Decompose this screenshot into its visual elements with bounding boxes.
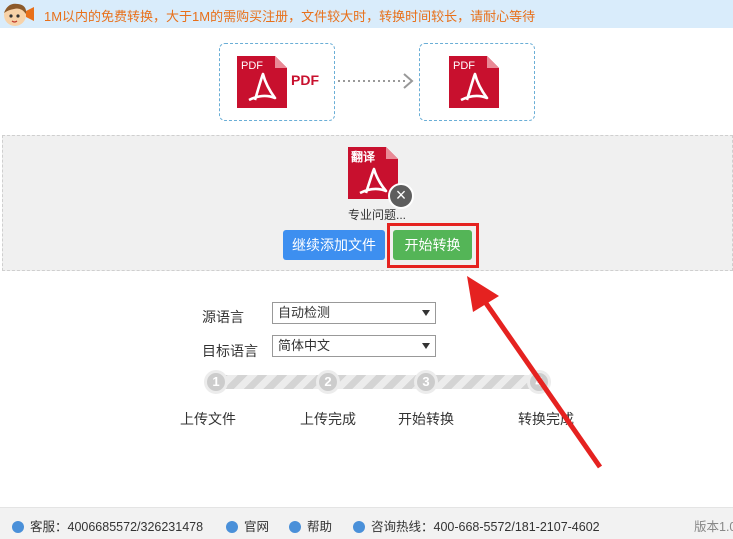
step-1-label: 上传文件 bbox=[180, 411, 236, 427]
source-format-box[interactable]: PDF PDF bbox=[219, 43, 335, 121]
source-language-label: 源语言 bbox=[202, 309, 244, 325]
website-link[interactable]: 官网 bbox=[226, 516, 269, 535]
help-icon bbox=[289, 521, 301, 533]
footer: 客服：4006685572/326231478 官网 帮助 咨询热线：400-6… bbox=[0, 507, 733, 539]
chevron-down-icon bbox=[422, 343, 430, 349]
target-icon-label: PDF bbox=[453, 60, 475, 72]
support-text: 客服：4006685572/326231478 bbox=[30, 520, 204, 534]
step-2-label: 上传完成 bbox=[300, 411, 356, 427]
uploaded-file-name: 专业问题... bbox=[348, 208, 407, 222]
highlight-annotation bbox=[387, 223, 479, 268]
hotline-text: 咨询热线：400-668-5572/181-2107-4602 bbox=[371, 520, 600, 534]
arrow-right-icon bbox=[338, 73, 414, 89]
notice-text: 1M以内的免费转换，大于1M的需购买注册，文件较大时，转换时间较长，请耐心等待 bbox=[44, 9, 536, 24]
step-1-circle: 1 bbox=[204, 370, 228, 394]
red-arrow-annotation bbox=[467, 276, 603, 469]
help-text: 帮助 bbox=[307, 520, 333, 534]
target-language-value: 简体中文 bbox=[278, 338, 331, 353]
mascot-icon bbox=[4, 3, 34, 26]
pdf-file-icon: PDF bbox=[449, 56, 499, 108]
chat-icon bbox=[12, 521, 24, 533]
pdf-file-icon: PDF bbox=[237, 56, 287, 108]
notice-bar: 1M以内的免费转换，大于1M的需购买注册，文件较大时，转换时间较长，请耐心等待 bbox=[0, 0, 733, 28]
home-icon bbox=[226, 521, 238, 533]
source-language-value: 自动检测 bbox=[278, 305, 331, 320]
website-text: 官网 bbox=[244, 520, 270, 534]
hotline-info: 咨询热线：400-668-5572/181-2107-4602 bbox=[353, 516, 600, 535]
target-format-box[interactable]: PDF bbox=[419, 43, 535, 121]
step-3-label: 开始转换 bbox=[398, 411, 454, 427]
target-language-select[interactable]: 简体中文 bbox=[272, 335, 436, 357]
help-link[interactable]: 帮助 bbox=[289, 516, 332, 535]
phone-icon bbox=[353, 521, 365, 533]
uploaded-icon-label: 翻译 bbox=[351, 149, 376, 164]
step-3-circle: 3 bbox=[414, 370, 438, 394]
target-language-label: 目标语言 bbox=[202, 343, 258, 359]
close-icon: × bbox=[395, 185, 407, 205]
support-link[interactable]: 客服：4006685572/326231478 bbox=[12, 516, 203, 535]
chevron-down-icon bbox=[422, 310, 430, 316]
source-format-label: PDF bbox=[291, 72, 319, 88]
source-language-select[interactable]: 自动检测 bbox=[272, 302, 436, 324]
source-icon-label: PDF bbox=[241, 60, 263, 72]
version-label: 版本1.0 bbox=[694, 520, 733, 534]
step-2-circle: 2 bbox=[316, 370, 340, 394]
add-files-button[interactable]: 继续添加文件 bbox=[283, 230, 385, 260]
